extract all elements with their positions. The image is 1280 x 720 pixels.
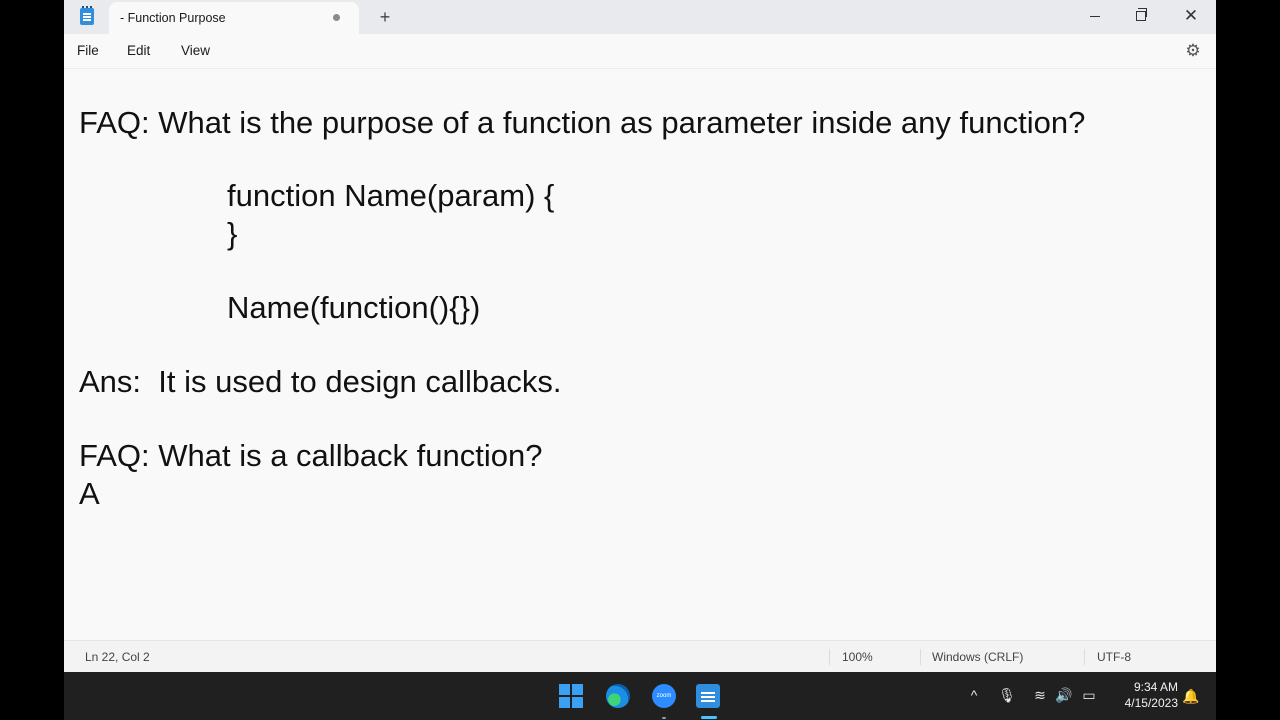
tab-title: - Function Purpose xyxy=(120,11,226,25)
running-indicator xyxy=(662,717,666,719)
menu-view[interactable]: View xyxy=(181,43,210,58)
notepad-window: - Function Purpose + ✕ File Edit View ⚙ … xyxy=(64,0,1216,672)
clock[interactable]: 9:34 AM 4/15/2023 xyxy=(1104,679,1178,711)
minimize-button[interactable] xyxy=(1072,0,1118,32)
volume-icon[interactable]: 🔊 xyxy=(1054,686,1074,704)
tab-function-purpose[interactable]: - Function Purpose xyxy=(109,2,359,34)
menu-bar: File Edit View ⚙ xyxy=(64,34,1216,69)
battery-icon[interactable]: ▭ xyxy=(1079,686,1099,704)
editor-line: Name(function(){}) xyxy=(227,290,481,325)
editor-line: Ans: It is used to design callbacks. xyxy=(79,364,562,399)
unsaved-indicator-icon[interactable] xyxy=(333,14,340,21)
notification-icon[interactable]: 🔔 xyxy=(1181,686,1201,706)
line-ending[interactable]: Windows (CRLF) xyxy=(932,650,1023,664)
minimize-icon xyxy=(1090,15,1100,17)
close-button[interactable]: ✕ xyxy=(1168,0,1214,32)
editor-line: A xyxy=(79,476,100,511)
restore-icon xyxy=(1136,8,1147,21)
menu-file[interactable]: File xyxy=(77,43,99,58)
editor-line: } xyxy=(227,216,238,251)
notepad-taskbar-icon[interactable] xyxy=(696,684,720,708)
restore-button[interactable] xyxy=(1118,0,1164,32)
status-divider xyxy=(829,649,830,665)
encoding[interactable]: UTF-8 xyxy=(1097,650,1131,664)
editor-line: function Name(param) { xyxy=(227,178,555,213)
new-tab-button[interactable]: + xyxy=(374,6,396,28)
active-app-indicator xyxy=(701,716,717,719)
windows-start-icon[interactable] xyxy=(559,684,583,708)
microphone-icon[interactable]: 🎙 xyxy=(997,686,1017,704)
cursor-position: Ln 22, Col 2 xyxy=(85,650,150,664)
text-editor-area[interactable]: FAQ: What is the purpose of a function a… xyxy=(64,69,1216,639)
taskbar: zoom ^ 🎙 ≋ 🔊 ▭ 9:34 AM 4/15/2023 🔔 xyxy=(64,672,1216,720)
clock-time: 9:34 AM xyxy=(1133,680,1178,694)
status-divider xyxy=(1084,649,1085,665)
menu-edit[interactable]: Edit xyxy=(127,43,150,58)
chevron-up-icon[interactable]: ^ xyxy=(964,686,984,704)
zoom-level[interactable]: 100% xyxy=(842,650,873,664)
wifi-icon[interactable]: ≋ xyxy=(1030,686,1050,704)
status-divider xyxy=(920,649,921,665)
edge-browser-icon[interactable] xyxy=(606,684,630,708)
editor-line: FAQ: What is the purpose of a function a… xyxy=(79,105,1086,140)
clock-date: 4/15/2023 xyxy=(1124,696,1178,710)
title-bar: - Function Purpose + ✕ xyxy=(64,0,1216,34)
status-bar: Ln 22, Col 2 100% Windows (CRLF) UTF-8 xyxy=(64,640,1216,672)
notepad-icon xyxy=(80,6,94,25)
gear-icon[interactable]: ⚙ xyxy=(1184,42,1202,60)
zoom-app-icon[interactable]: zoom xyxy=(652,684,676,708)
editor-line: FAQ: What is a callback function? xyxy=(79,438,543,473)
